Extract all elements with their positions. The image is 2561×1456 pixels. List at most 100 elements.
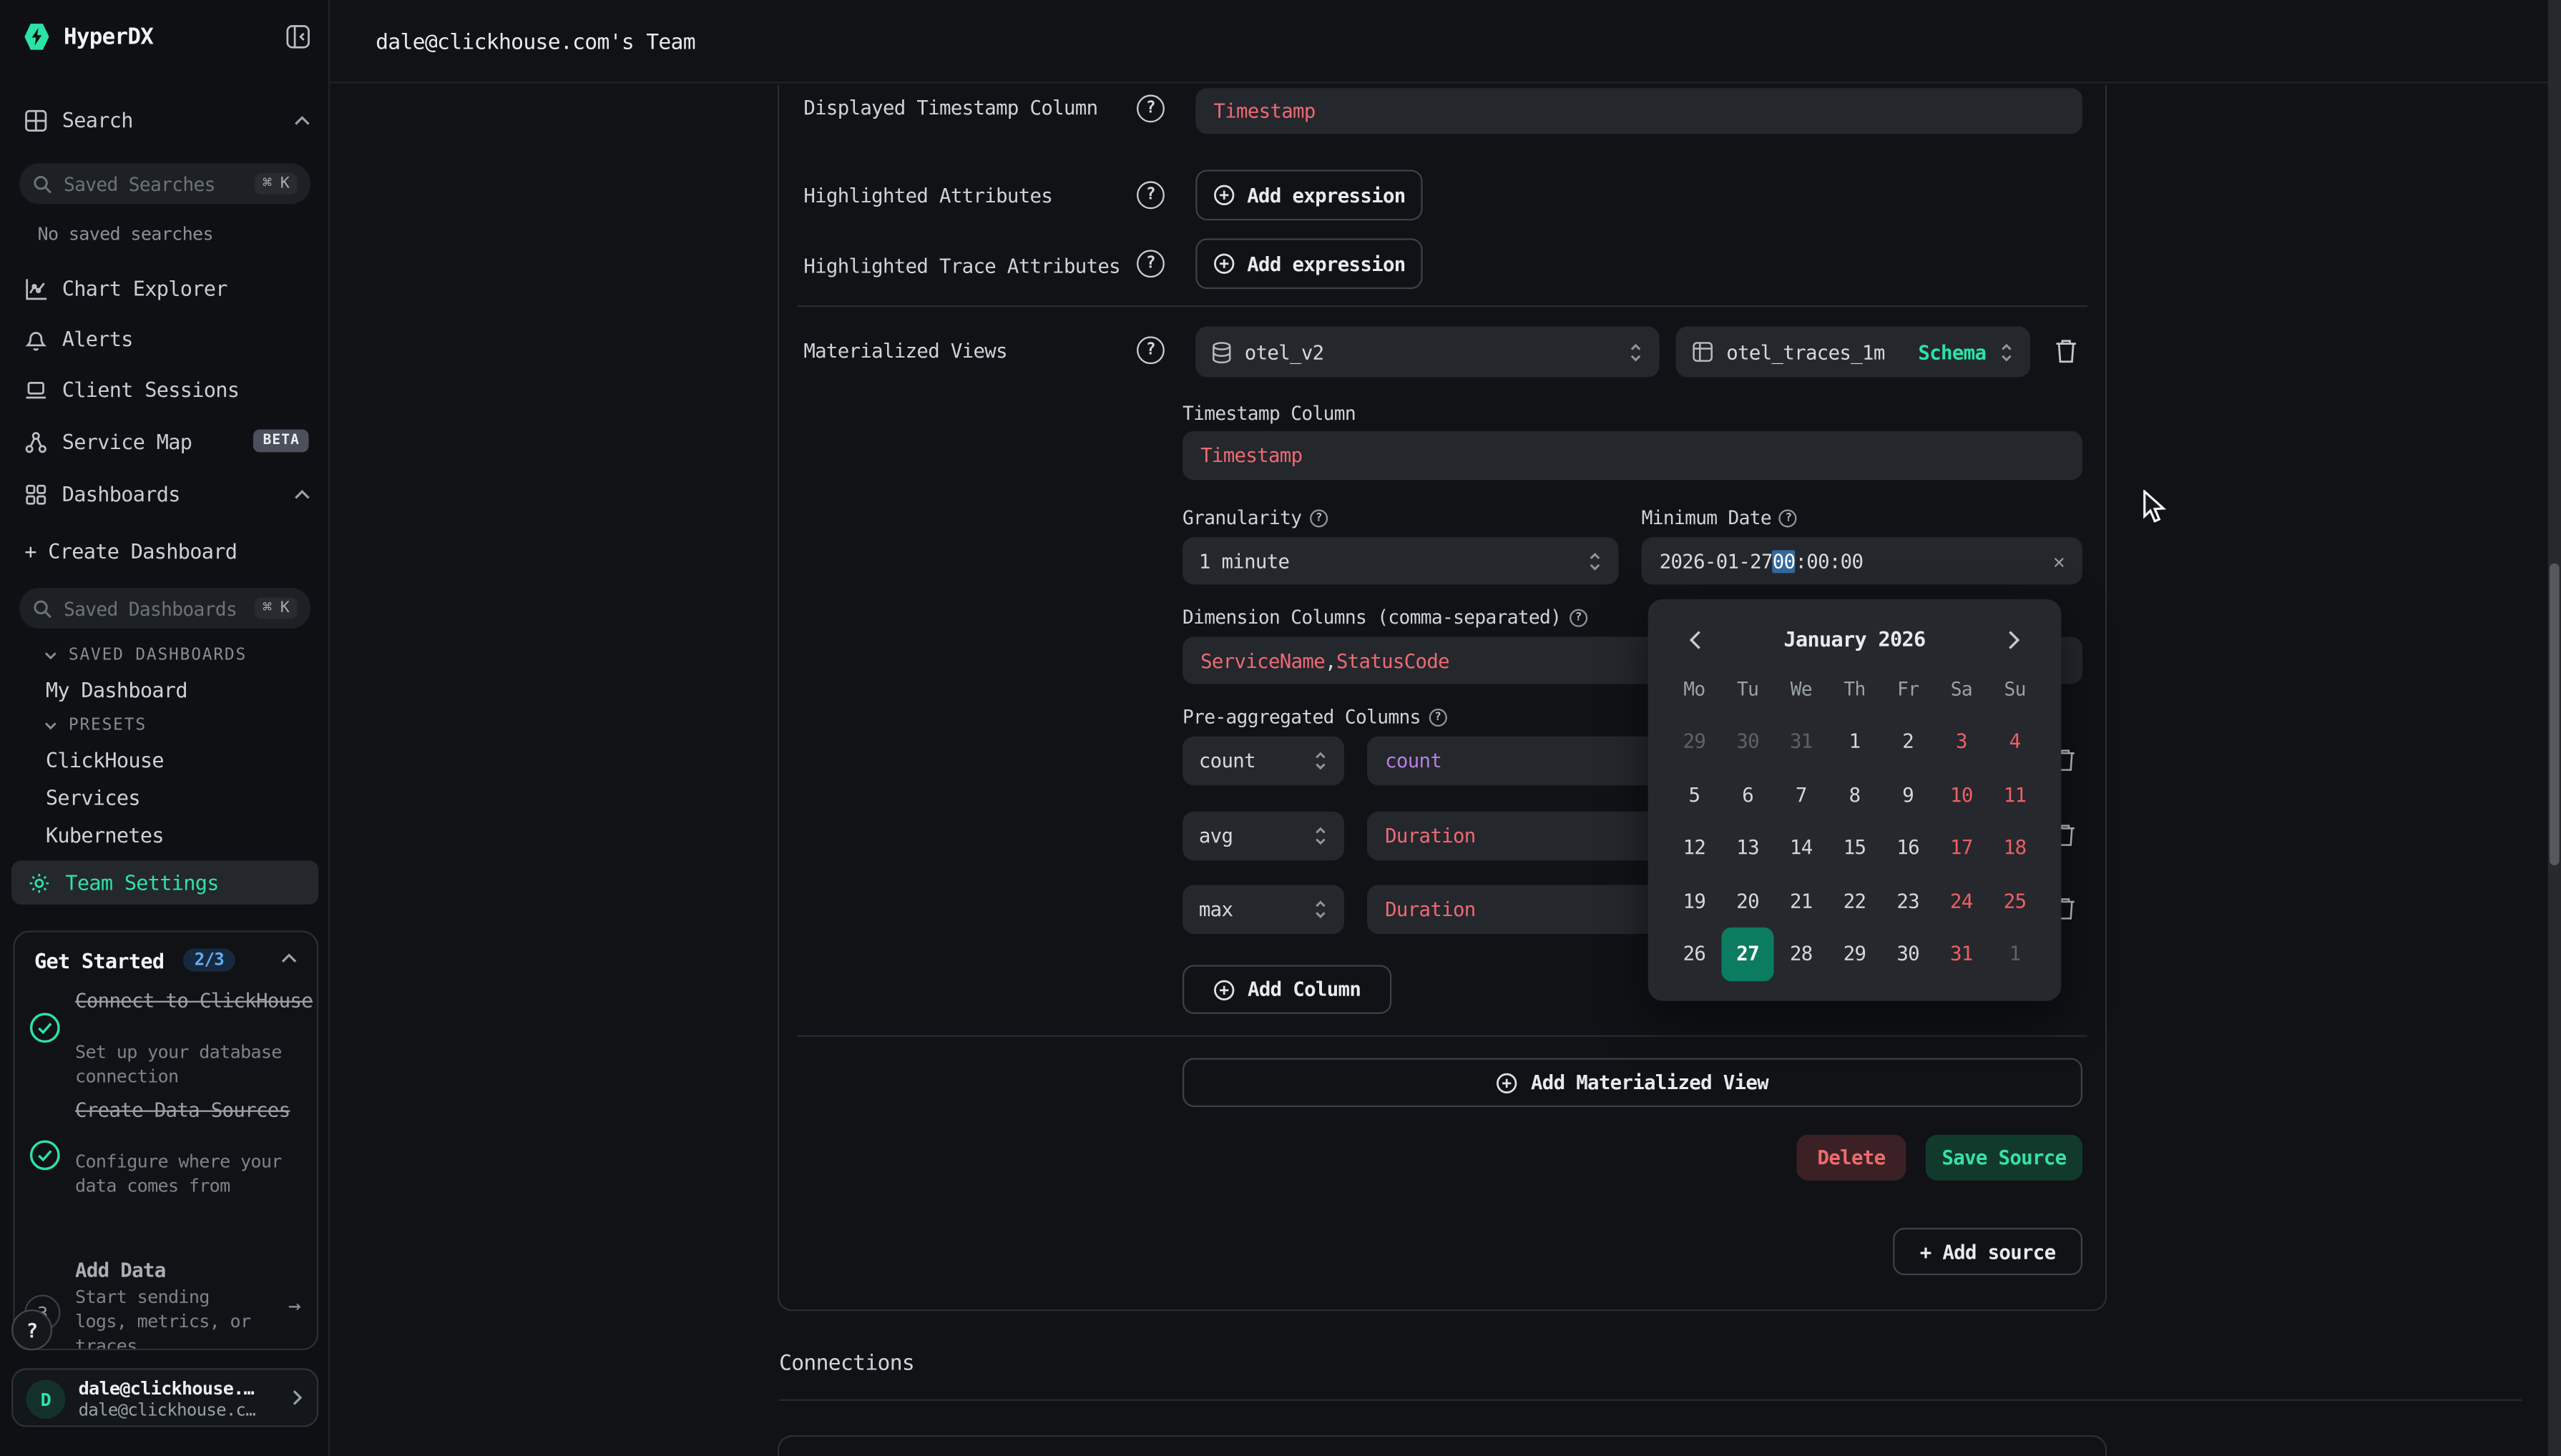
calendar-day-cell[interactable]: 31 (1935, 928, 1989, 980)
calendar-day-cell[interactable]: 19 (1668, 875, 1721, 928)
user-menu[interactable]: D dale@clickhouse.… dale@clickhouse.c… (11, 1368, 318, 1427)
calendar-day-cell[interactable]: 29 (1828, 928, 1881, 980)
add-column-button[interactable]: Add Column (1182, 965, 1391, 1013)
schema-link[interactable]: Schema (1918, 340, 1986, 363)
calendar-day-cell[interactable]: 31 (1774, 715, 1828, 768)
input-value: Timestamp (1213, 99, 1315, 122)
calendar-day-cell[interactable]: 1 (1988, 928, 2042, 980)
sidebar-item-alerts[interactable]: Alerts (24, 327, 310, 351)
clear-date-icon[interactable]: ✕ (2053, 549, 2065, 572)
calendar-day-cell[interactable]: 26 (1668, 928, 1721, 980)
add-materialized-view-button[interactable]: Add Materialized View (1182, 1058, 2082, 1106)
calendar-day-cell[interactable]: 30 (1721, 715, 1775, 768)
minimum-date-input[interactable]: 2026-01-27 00:00:00 ✕ (1642, 537, 2082, 584)
scrollbar-thumb[interactable] (2550, 564, 2560, 865)
aggregation-fn-select[interactable]: count (1182, 737, 1344, 785)
create-dashboard-button[interactable]: + Create Dashboard (24, 538, 237, 563)
info-icon[interactable]: ? (1429, 708, 1446, 726)
help-icon[interactable]: ? (1137, 181, 1165, 209)
calendar-day-cell[interactable]: 24 (1935, 875, 1989, 928)
check-circle-icon (29, 1013, 60, 1043)
chevron-up-icon[interactable] (281, 953, 298, 963)
info-icon[interactable]: ? (1779, 508, 1797, 526)
aggregation-fn-select[interactable]: max (1182, 885, 1344, 933)
field-label: Highlighted Attributes (803, 185, 1052, 207)
calendar-day-cell[interactable]: 16 (1881, 821, 1935, 874)
database-icon (1212, 340, 1231, 363)
help-icon[interactable]: ? (1137, 336, 1165, 364)
sidebar-item-my-dashboard[interactable]: My Dashboard (46, 678, 187, 702)
add-source-button[interactable]: + Add source (1893, 1228, 2082, 1275)
calendar-day-cell[interactable]: 7 (1774, 768, 1828, 821)
displayed-timestamp-input[interactable]: Timestamp (1195, 88, 2082, 134)
section-saved-dashboards[interactable]: SAVED DASHBOARDS (44, 646, 247, 664)
calendar-day-cell[interactable]: 5 (1668, 768, 1721, 821)
day-header: We (1774, 678, 1828, 701)
materialized-view-db-select[interactable]: otel_v2 (1195, 327, 1659, 378)
chevron-down-icon (44, 651, 57, 659)
check-circle-icon (29, 1140, 60, 1171)
calendar-day-cell[interactable]: 21 (1774, 875, 1828, 928)
calendar-day-cell[interactable]: 22 (1828, 875, 1881, 928)
calendar-day-cell[interactable]: 17 (1935, 821, 1989, 874)
app-title: HyperDX (64, 24, 153, 50)
calendar-day-cell[interactable]: 6 (1721, 768, 1775, 821)
chevron-updown-icon (1313, 749, 1328, 772)
calendar-day-cell[interactable]: 11 (1988, 768, 2042, 821)
saved-dashboards-input[interactable]: Saved Dashboards ⌘ K (19, 588, 310, 629)
help-button[interactable]: ? (11, 1309, 52, 1350)
section-presets[interactable]: PRESETS (44, 717, 147, 734)
saved-searches-input[interactable]: Saved Searches ⌘ K (19, 163, 310, 204)
calendar-day-cell[interactable]: 25 (1988, 875, 2042, 928)
calendar-day-cell[interactable]: 4 (1988, 715, 2042, 768)
sidebar-item-label: Team Settings (65, 870, 218, 895)
get-started-step-title[interactable]: Create Data Sources (75, 1099, 313, 1123)
sidebar-item-chart-explorer[interactable]: Chart Explorer (24, 276, 310, 300)
calendar-day-cell[interactable]: 20 (1721, 875, 1775, 928)
calendar-day-cell[interactable]: 18 (1988, 821, 2042, 874)
calendar-day-cell[interactable]: 13 (1721, 821, 1775, 874)
sidebar-item-client-sessions[interactable]: Client Sessions (24, 377, 310, 401)
day-header: Sa (1935, 678, 1989, 701)
calendar-day-cell[interactable]: 28 (1774, 928, 1828, 980)
add-expression-button[interactable]: Add expression (1195, 169, 1422, 220)
delete-button[interactable]: Delete (1796, 1135, 1906, 1181)
calendar-day-cell[interactable]: 30 (1881, 928, 1935, 980)
sidebar-item-kubernetes[interactable]: Kubernetes (46, 823, 164, 847)
info-icon[interactable]: ? (1310, 508, 1328, 526)
add-expression-button[interactable]: Add expression (1195, 238, 1422, 289)
calendar-day-cell[interactable]: 27 (1721, 928, 1775, 980)
calendar-day-cell[interactable]: 8 (1828, 768, 1881, 821)
calendar-day-cell[interactable]: 23 (1881, 875, 1935, 928)
materialized-view-table-select[interactable]: otel_traces_1m Schema (1676, 327, 2030, 378)
get-started-title: Get Started (34, 949, 164, 973)
calendar-day-cell[interactable]: 2 (1881, 715, 1935, 768)
calendar-day-cell[interactable]: 3 (1935, 715, 1989, 768)
get-started-step-title[interactable]: Add Data (75, 1259, 313, 1283)
calendar-day-cell[interactable]: 29 (1668, 715, 1721, 768)
granularity-select[interactable]: 1 minute (1182, 537, 1619, 584)
sidebar-item-search[interactable]: Search (24, 108, 310, 132)
sidebar-item-dashboards[interactable]: Dashboards (24, 482, 310, 506)
help-icon[interactable]: ? (1137, 250, 1165, 277)
next-month-button[interactable] (1996, 622, 2032, 658)
help-icon[interactable]: ? (1137, 94, 1165, 122)
calendar-day-cell[interactable]: 10 (1935, 768, 1989, 821)
mv-timestamp-input[interactable]: Timestamp (1182, 431, 2082, 480)
sidebar-item-services[interactable]: Services (46, 785, 140, 810)
calendar-day-cell[interactable]: 9 (1881, 768, 1935, 821)
sidebar-item-clickhouse[interactable]: ClickHouse (46, 748, 164, 772)
calendar-day-cell[interactable]: 1 (1828, 715, 1881, 768)
info-icon[interactable]: ? (1570, 608, 1587, 626)
calendar-day-cell[interactable]: 12 (1668, 821, 1721, 874)
collapse-sidebar-icon[interactable] (286, 24, 310, 49)
save-source-button[interactable]: Save Source (1926, 1135, 2082, 1181)
calendar-day-cell[interactable]: 14 (1774, 821, 1828, 874)
delete-view-trash-icon[interactable] (2055, 338, 2077, 365)
get-started-step-title[interactable]: Connect to ClickHouse (75, 990, 313, 1014)
sidebar-item-label: Alerts (62, 327, 133, 351)
calendar-day-cell[interactable]: 15 (1828, 821, 1881, 874)
aggregation-fn-select[interactable]: avg (1182, 812, 1344, 860)
sidebar-item-team-settings[interactable]: Team Settings (11, 860, 318, 905)
scrollbar-track[interactable] (2548, 0, 2561, 1456)
